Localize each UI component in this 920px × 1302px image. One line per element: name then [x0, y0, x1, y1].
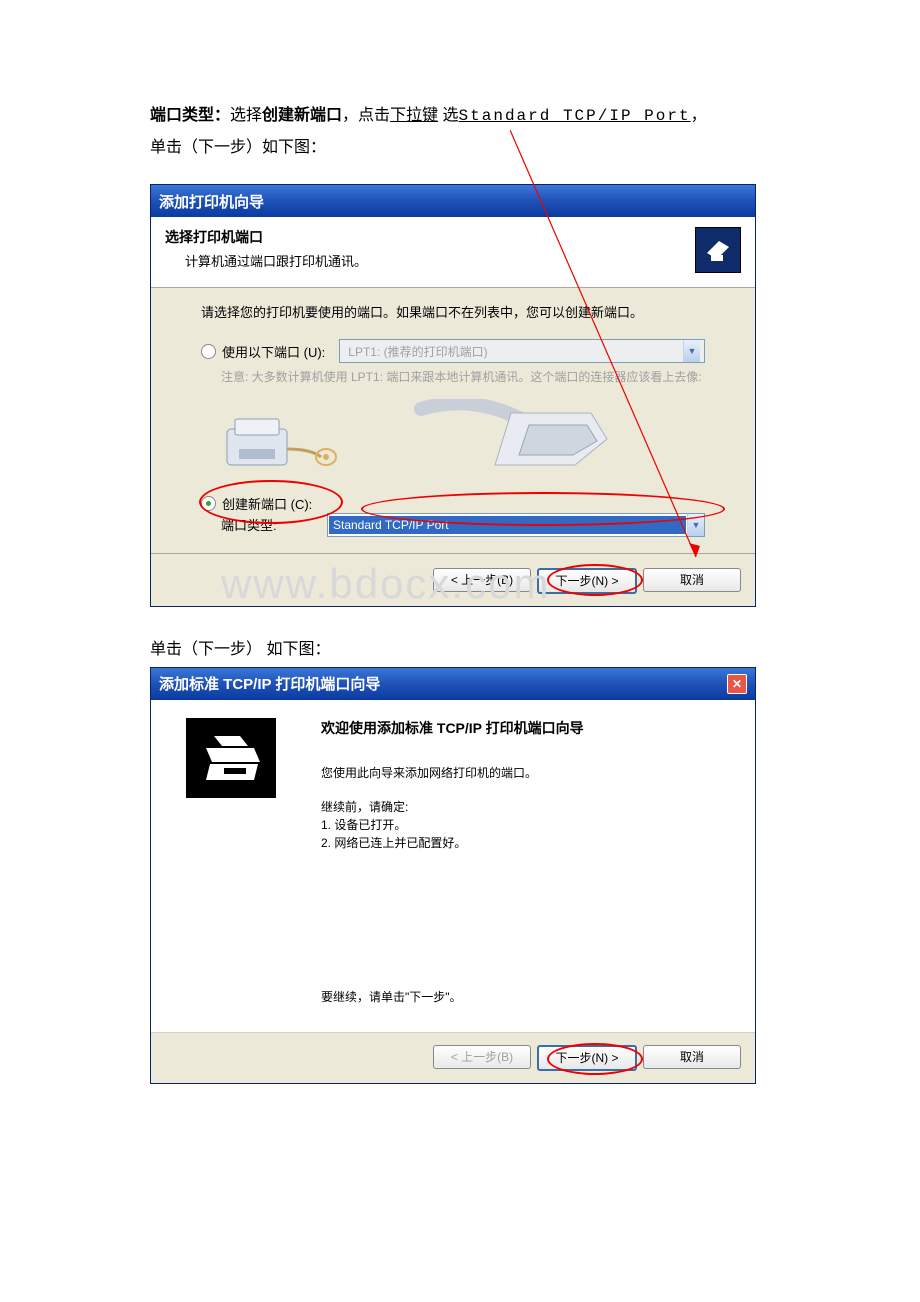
- create-port-label: 创建新端口 (C):: [222, 494, 312, 513]
- back-button: < 上一步(B): [433, 1045, 531, 1069]
- welcome-para2: 继续前，请确定: 1. 设备已打开。 2. 网络已连上并已配置好。: [321, 798, 733, 852]
- dialog1-header: 选择打印机端口 计算机通过端口跟打印机通讯。: [151, 217, 755, 288]
- dialog1-titlebar[interactable]: 添加打印机向导: [151, 185, 755, 217]
- use-port-dropdown[interactable]: LPT1: (推荐的打印机端口) ▼: [339, 339, 705, 363]
- intro-label: 端口类型：: [150, 107, 230, 124]
- create-port-row: 创建新端口 (C):: [201, 494, 705, 513]
- printer-connector-graphic: [221, 394, 695, 484]
- add-printer-wizard-dialog: 添加打印机向导 选择打印机端口 计算机通过端口跟打印机通讯。 请选择您的打印机要…: [150, 184, 756, 607]
- caption-2: 单击（下一步） 如下图：: [150, 635, 770, 659]
- dialog2-button-row: < 上一步(B) 下一步(N) > 取消: [151, 1032, 755, 1083]
- welcome-title: 欢迎使用添加标准 TCP/IP 打印机端口向导: [321, 718, 733, 738]
- use-port-label: 使用以下端口 (U):: [222, 342, 325, 361]
- cancel-button[interactable]: 取消: [643, 568, 741, 592]
- create-port-radio[interactable]: [201, 496, 216, 511]
- port-type-row: 端口类型: Standard TCP/IP Port ▼: [201, 513, 705, 537]
- use-port-radio[interactable]: [201, 344, 216, 359]
- dialog1-title: 添加打印机向导: [159, 191, 264, 212]
- add-tcpip-port-wizard-dialog: 添加标准 TCP/IP 打印机端口向导 ✕ 欢迎使用添加标准 TCP/IP 打印…: [150, 667, 756, 1084]
- next-button[interactable]: 下一步(N) >: [537, 568, 637, 594]
- dialog2-title: 添加标准 TCP/IP 打印机端口向导: [159, 673, 380, 694]
- dialog2-side-graphic: [151, 700, 311, 1032]
- chevron-down-icon[interactable]: ▼: [683, 340, 700, 362]
- printer-network-icon: [186, 718, 276, 798]
- port-note: 注意: 大多数计算机使用 LPT1: 端口来跟本地计算机通讯。这个端口的连接器应…: [201, 369, 705, 386]
- intro-paragraph: 端口类型：选择创建新端口，点击下拉键 选Standard TCP/IP Port…: [150, 100, 770, 164]
- dialog1-header-title: 选择打印机端口: [165, 227, 695, 247]
- welcome-para3: 要继续，请单击"下一步"。: [321, 988, 733, 1006]
- chevron-down-icon[interactable]: ▼: [687, 514, 704, 536]
- watermark-text: www.bdocx.com: [221, 560, 550, 608]
- use-port-row: 使用以下端口 (U): LPT1: (推荐的打印机端口) ▼: [201, 339, 705, 363]
- dialog1-button-row: www.bdocx.com < 上一步(B) 下一步(N) > 取消: [151, 553, 755, 606]
- port-type-dropdown[interactable]: Standard TCP/IP Port ▼: [327, 513, 705, 537]
- dialog1-body: 请选择您的打印机要使用的端口。如果端口不在列表中，您可以创建新端口。 使用以下端…: [151, 288, 755, 553]
- welcome-para1: 您使用此向导来添加网络打印机的端口。: [321, 764, 733, 782]
- port-instruction: 请选择您的打印机要使用的端口。如果端口不在列表中，您可以创建新端口。: [201, 302, 705, 321]
- printer-icon: [695, 227, 741, 273]
- dialog1-header-sub: 计算机通过端口跟打印机通讯。: [165, 251, 695, 270]
- next-button[interactable]: 下一步(N) >: [537, 1045, 637, 1071]
- close-icon[interactable]: ✕: [727, 674, 747, 694]
- dialog2-titlebar[interactable]: 添加标准 TCP/IP 打印机端口向导 ✕: [151, 668, 755, 700]
- cancel-button[interactable]: 取消: [643, 1045, 741, 1069]
- port-type-label: 端口类型:: [221, 515, 313, 534]
